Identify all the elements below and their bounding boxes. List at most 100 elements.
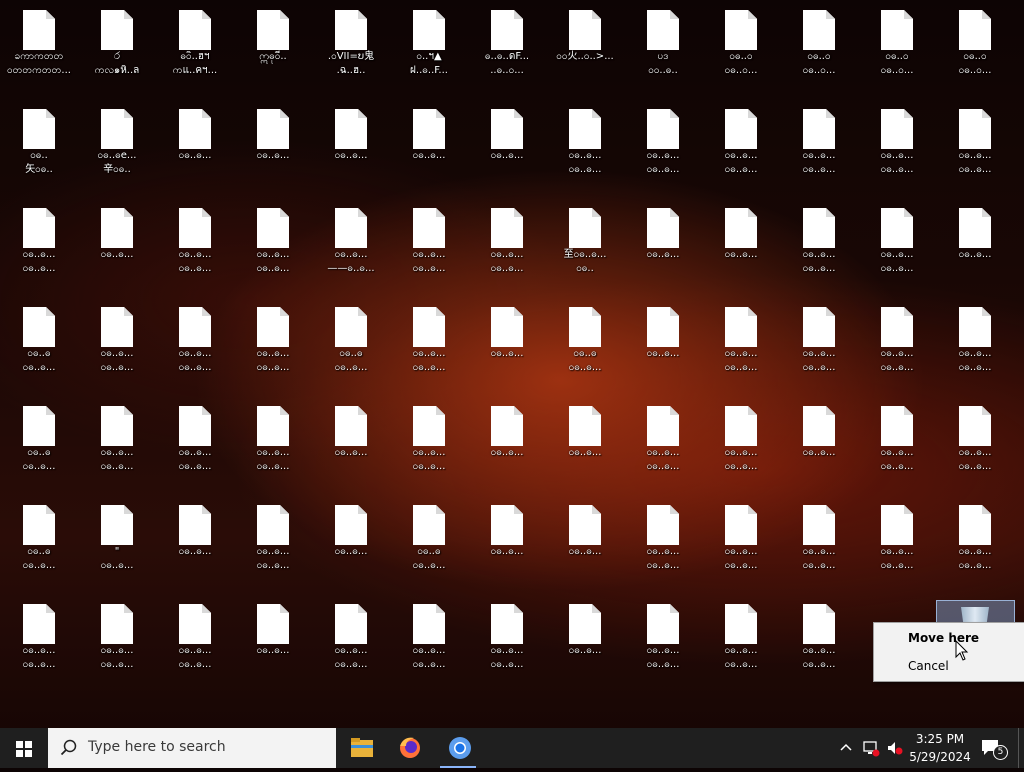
desktop-file-icon[interactable]: ဝဓ..ဓ... ဝဓ..ဓ... <box>703 297 779 387</box>
desktop-file-icon[interactable]: ဝဓ..ဓ... <box>547 594 623 684</box>
desktop-file-icon[interactable]: ဝဓ..ဓ ဝဓ..ဓ... <box>313 297 389 387</box>
desktop-file-icon[interactable]: ဝဓ..ဓ... ဝဓ..ဓ... <box>391 396 467 486</box>
desktop-file-icon[interactable]: ဝဓ..ဓ... ဝဓ..ဓ... <box>1 198 77 288</box>
desktop-file-icon[interactable]: ර ကလ๑หิ..ล <box>79 0 155 90</box>
volume-muted-icon[interactable] <box>886 739 904 757</box>
desktop-file-icon[interactable]: ဝဓ..ဓ... ဝဓ..ဓ... <box>703 396 779 486</box>
desktop-file-icon[interactable]: ဝဓ..ဓ... <box>313 99 389 189</box>
desktop-file-icon[interactable]: .ဝVII=ບ鬼 .ฉ..ฮ.. <box>313 0 389 90</box>
desktop-file-icon[interactable]: ဝဓ..ဓ... ဝဓ..ဓ... <box>781 594 857 684</box>
desktop-file-icon[interactable]: ဝဓ..ဝ ဝဓ..ဝ... <box>859 0 935 90</box>
desktop-file-icon[interactable]: ဝဓ..ဓ... ဝဓ..ဓ... <box>703 99 779 189</box>
desktop-file-icon[interactable]: ဝဓ..ဓ ဝဓ..ဓ... <box>1 297 77 387</box>
desktop-file-icon[interactable]: ဝဓ..ဓ... <box>235 99 311 189</box>
desktop-file-icon[interactable]: ဝဓ..ဓ... ဝဓ..ဓ... <box>703 594 779 684</box>
desktop-file-icon[interactable]: " ဝဓ..ဓ... <box>79 495 155 585</box>
desktop-file-icon[interactable]: ဝဓ..ဓ... ဝဓ..ဓ... <box>625 99 701 189</box>
desktop-file-icon[interactable]: ဝဓ..ဓ... ဝဓ..ဓ... <box>937 297 1013 387</box>
system-clock[interactable]: 3:25 PM 5/29/2024 <box>906 730 974 766</box>
desktop-file-icon[interactable]: ဝဓ..ဓ... ဝဓ..ဓ... <box>625 495 701 585</box>
desktop-file-icon[interactable]: ဝဓ..ဓ... ဝဓ..ဓ... <box>1 594 77 684</box>
desktop-file-icon[interactable]: ဝဓ..ဓ... <box>391 99 467 189</box>
desktop-file-icon[interactable]: ဝဓ..ဓ... ဝဓ..ဓ... <box>547 99 623 189</box>
taskbar-firefox[interactable] <box>386 728 434 768</box>
menu-item-move-here[interactable]: Move here <box>875 627 1023 649</box>
notification-center-button[interactable]: 5 <box>980 738 1008 760</box>
desktop-file-icon[interactable]: ဝဓ..ဓ... <box>625 198 701 288</box>
desktop-file-icon[interactable]: ဝဓ..ဓ... ဝဓ..ဓ... <box>157 198 233 288</box>
desktop-file-icon[interactable]: ဝဓ..ဓ... ဝဓ..ဓ... <box>79 297 155 387</box>
desktop-file-icon[interactable]: ဝဓ..ဓ... ဝဓ..ဓ... <box>781 495 857 585</box>
desktop-file-icon[interactable]: 至ဝဓ..ဓ... ဝဓ.. <box>547 198 623 288</box>
desktop-file-icon[interactable]: ဝဓ..ဓ... <box>157 495 233 585</box>
desktop-file-icon[interactable]: ဝဓ..ဓ... ဝဓ..ဓ... <box>859 495 935 585</box>
desktop-file-icon[interactable]: ဝဓ..ဓ... <box>781 396 857 486</box>
desktop-file-icon[interactable]: ဝဓ..ဓ... <box>469 495 545 585</box>
desktop-file-icon[interactable]: ဝဓ..ဓ... ဝဓ..ဓ... <box>859 99 935 189</box>
taskbar-file-explorer[interactable] <box>338 728 386 768</box>
desktop-file-icon[interactable]: ဝဓ..ဓ... <box>79 198 155 288</box>
desktop-file-icon[interactable]: ဝဓ..ဓ... <box>469 99 545 189</box>
desktop-file-icon[interactable]: ဝဓ..ဓ... ဝဓ..ဓ... <box>703 495 779 585</box>
desktop-file-icon[interactable]: ဝဓ..ဓe... 辛ဝဓ.. <box>79 99 155 189</box>
desktop-file-icon[interactable]: ဝဓ..ဓ... ဝဓ..ဓ... <box>79 594 155 684</box>
start-button[interactable] <box>0 728 48 768</box>
desktop-file-icon[interactable]: ဝဓ..ဓ... ဝဓ..ဓ... <box>235 198 311 288</box>
desktop-file-icon[interactable]: ဝဓ..ဓ... ဝဓ..ဓ... <box>157 297 233 387</box>
desktop-file-icon[interactable]: ဝဓ..ဓ... ဝဓ..ဓ... <box>79 396 155 486</box>
desktop-file-icon[interactable]: ဝဓ..ဓ... ဝဓ..ဓ... <box>625 594 701 684</box>
desktop-file-icon[interactable]: ပဒ ဝဝ..ဓ.. <box>625 0 701 90</box>
desktop-file-icon[interactable]: ဝဓ..ဓ... ဝဓ..ဓ... <box>937 396 1013 486</box>
desktop-file-icon[interactable]: ဝဓ..ဓ... <box>703 198 779 288</box>
desktop-file-icon[interactable]: ဝဓ..ဓ... <box>235 594 311 684</box>
search-box[interactable]: Type here to search <box>48 728 336 768</box>
desktop-file-icon[interactable]: ဝဓ..ဓ... ဝဓ..ဓ... <box>859 297 935 387</box>
desktop-file-icon[interactable]: ဝဓ..ဝ ဝဓ..ဝ... <box>703 0 779 90</box>
desktop-file-icon[interactable]: ဝဓ..ဓ... <box>469 297 545 387</box>
desktop-file-icon[interactable]: ဝ..ฯ▲ ฝ..ဓ..F... <box>391 0 467 90</box>
desktop-file-icon[interactable]: ဝဓ..ဓ... ဝဓ..ဓ... <box>859 396 935 486</box>
chevron-up-icon[interactable] <box>838 740 854 756</box>
desktop-file-icon[interactable]: ဝဓ..ဓ... <box>469 396 545 486</box>
desktop-file-icon[interactable]: ဝဓ..ဓ... ဝဓ..ဓ... <box>235 396 311 486</box>
desktop-file-icon[interactable]: ဝဓ..ဓ... ဝဓ..ဓ... <box>391 198 467 288</box>
desktop-file-icon[interactable]: ဝဓ..ဓ... ဝဓ..ဓ... <box>235 495 311 585</box>
desktop-file-icon[interactable]: ဝဓ..ဓ... ဝဓ..ဓ... <box>781 99 857 189</box>
desktop-file-icon[interactable]: ဝဓ..ဓ... ဝဓ..ဓ... <box>391 594 467 684</box>
desktop-file-icon[interactable]: ဝဓ..ဓ... ဝဓ..ဓ... <box>391 297 467 387</box>
desktop-file-icon[interactable]: ဓ..ဓ..ดF... ..ဓ..ဝ... <box>469 0 545 90</box>
desktop-file-icon[interactable]: ဓဝิ..ฮฯ ကแ..คฯ... <box>157 0 233 90</box>
desktop-file-icon[interactable]: ဝဝ火..ဝ..>... <box>547 0 623 90</box>
desktop-file-icon[interactable]: ဝဓ..ဓ... ဝဓ..ဓ... <box>781 198 857 288</box>
desktop-file-icon[interactable]: ဝဓ..ဝ ဝဓ..ဝ... <box>781 0 857 90</box>
desktop-file-icon[interactable]: ဝဓ..ဓ... ဝဓ..ဓ... <box>625 396 701 486</box>
network-icon[interactable] <box>862 739 880 757</box>
desktop-file-icon[interactable]: ဣဓုဝี.. <box>235 0 311 90</box>
desktop-file-icon[interactable]: ဝဓ..ဓ... ဝဓ..ဓ... <box>859 198 935 288</box>
desktop-file-icon[interactable]: ဝဓ..ဓ ဝဓ..ဓ... <box>1 396 77 486</box>
desktop-file-icon[interactable]: ဝဓ..ဓ... <box>625 297 701 387</box>
desktop-file-icon[interactable]: ဝဓ..ဓ... ဝဓ..ဓ... <box>781 297 857 387</box>
taskbar-chromium[interactable] <box>434 728 482 768</box>
desktop-file-icon[interactable]: ဝဓ..ဝ ဝဓ..ဝ... <box>937 0 1013 90</box>
menu-item-cancel[interactable]: Cancel <box>875 655 1023 677</box>
desktop-file-icon[interactable]: ဝဓ.. 矢ဝဓ.. <box>1 99 77 189</box>
desktop-file-icon[interactable]: ဝဓ..ဓ... ဝဓ..ဓ... <box>157 594 233 684</box>
desktop-file-icon[interactable]: ဝဓ..ဓ... ဝဓ..ဓ... <box>469 594 545 684</box>
desktop-file-icon[interactable]: ခကာကတတ ဝတတကတတ... <box>1 0 77 90</box>
desktop-file-icon[interactable]: ဝဓ..ဓ... ဝဓ..ဓ... <box>469 198 545 288</box>
desktop-file-icon[interactable]: ဝဓ..ဓ... ဝဓ..ဓ... <box>313 594 389 684</box>
desktop-file-icon[interactable]: ဝဓ..ဓ... ဝဓ..ဓ... <box>235 297 311 387</box>
desktop-file-icon[interactable]: ဝဓ..ဓ... <box>937 198 1013 288</box>
desktop-file-icon[interactable]: ဝဓ..ဓ... <box>547 495 623 585</box>
desktop-file-icon[interactable]: ဝဓ..ဓ... ——ဓ..ဓ... <box>313 198 389 288</box>
show-desktop-button[interactable] <box>1018 728 1024 768</box>
desktop-file-icon[interactable]: ဝဓ..ဓ ဝဓ..ဓ... <box>391 495 467 585</box>
desktop-file-icon[interactable]: ဝဓ..ဓ... ဝဓ..ဓ... <box>157 396 233 486</box>
desktop-file-icon[interactable]: ဝဓ..ဓ... <box>157 99 233 189</box>
desktop-file-icon[interactable]: ဝဓ..ဓ... ဝဓ..ဓ... <box>937 99 1013 189</box>
desktop-file-icon[interactable]: ဝဓ..ဓ... <box>313 396 389 486</box>
desktop-file-icon[interactable]: ဝဓ..ဓ... <box>313 495 389 585</box>
desktop-file-icon[interactable]: ဝဓ..ဓ... ဝဓ..ဓ... <box>937 495 1013 585</box>
desktop-file-icon[interactable]: ဝဓ..ဓ... <box>547 396 623 486</box>
